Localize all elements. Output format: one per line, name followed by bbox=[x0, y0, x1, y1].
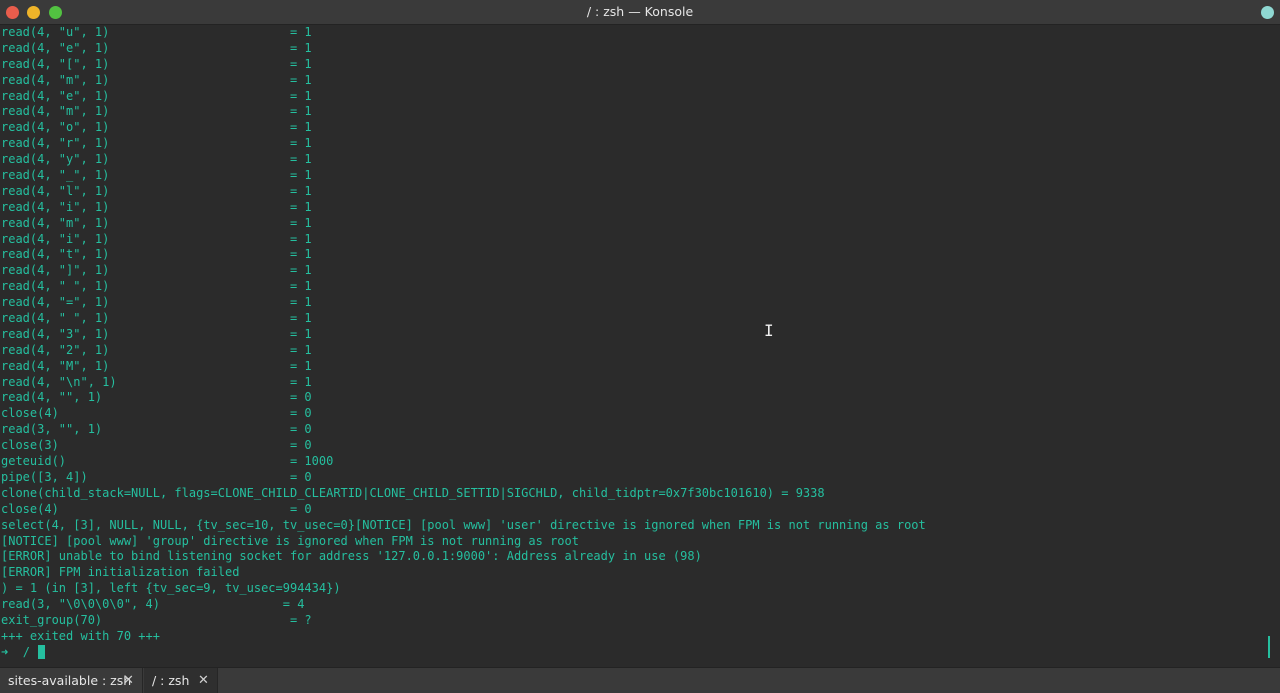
prompt-path: / bbox=[22, 644, 30, 659]
tab-bar: sites-available : zsh ✕ / : zsh ✕ bbox=[0, 667, 1280, 693]
tab-label: sites-available : zsh bbox=[8, 673, 132, 688]
terminal-line: read(4, "", 1) = 0 bbox=[1, 390, 312, 405]
terminal-line: read(4, "i", 1) = 1 bbox=[1, 199, 312, 214]
terminal-line: read(4, "l", 1) = 1 bbox=[1, 183, 312, 198]
terminal-line: read(4, "m", 1) = 1 bbox=[1, 72, 312, 87]
terminal-line: read(4, "=", 1) = 1 bbox=[1, 295, 312, 310]
terminal-line: read(4, "_", 1) = 1 bbox=[1, 168, 312, 183]
terminal-line: close(4) = 0 bbox=[1, 406, 312, 421]
prompt-arrow-icon: ➜ bbox=[1, 644, 9, 659]
keep-above-button[interactable] bbox=[1261, 6, 1274, 19]
terminal-line: read(4, "e", 1) = 1 bbox=[1, 40, 312, 55]
close-tab-icon[interactable]: ✕ bbox=[198, 668, 209, 693]
terminal-line: read(4, " ", 1) = 1 bbox=[1, 311, 312, 326]
terminal-line: read(4, " ", 1) = 1 bbox=[1, 279, 312, 294]
terminal-line: exit_group(70) = ? bbox=[1, 612, 312, 627]
text-cursor-icon: I bbox=[764, 321, 774, 340]
terminal-line: select(4, [3], NULL, NULL, {tv_sec=10, t… bbox=[1, 517, 926, 532]
terminal-line: pipe([3, 4]) = 0 bbox=[1, 469, 312, 484]
terminal-line: read(4, "e", 1) = 1 bbox=[1, 88, 312, 103]
terminal-line: read(4, "t", 1) = 1 bbox=[1, 247, 312, 262]
close-tab-icon[interactable]: ✕ bbox=[123, 668, 134, 693]
terminal-line: [NOTICE] [pool www] 'group' directive is… bbox=[1, 533, 579, 548]
terminal-cursor bbox=[38, 645, 46, 660]
tab-root-zsh[interactable]: / : zsh ✕ bbox=[144, 668, 218, 693]
terminal-line: read(4, "M", 1) = 1 bbox=[1, 358, 312, 373]
terminal-line: +++ exited with 70 +++ bbox=[1, 628, 160, 643]
terminal-line: close(4) = 0 bbox=[1, 501, 312, 516]
terminal-line: clone(child_stack=NULL, flags=CLONE_CHIL… bbox=[1, 485, 825, 500]
terminal-line: geteuid() = 1000 bbox=[1, 454, 334, 469]
scrollbar[interactable] bbox=[1268, 636, 1270, 658]
terminal-line: read(4, "3", 1) = 1 bbox=[1, 326, 312, 341]
terminal-line: read(4, "]", 1) = 1 bbox=[1, 263, 312, 278]
terminal-line: read(4, "[", 1) = 1 bbox=[1, 56, 312, 71]
terminal-line: read(3, "", 1) = 0 bbox=[1, 422, 312, 437]
terminal-line: read(4, "m", 1) = 1 bbox=[1, 104, 312, 119]
terminal-line: read(4, "r", 1) = 1 bbox=[1, 136, 312, 151]
terminal-line: [ERROR] FPM initialization failed bbox=[1, 565, 240, 580]
tab-label: / : zsh bbox=[152, 673, 190, 688]
terminal-line: read(4, "i", 1) = 1 bbox=[1, 231, 312, 246]
terminal-line: ) = 1 (in [3], left {tv_sec=9, tv_usec=9… bbox=[1, 581, 341, 596]
terminal-line: read(4, "\n", 1) = 1 bbox=[1, 374, 312, 389]
terminal-line: read(4, "m", 1) = 1 bbox=[1, 215, 312, 230]
tab-sites-available[interactable]: sites-available : zsh ✕ bbox=[0, 668, 143, 693]
terminal-line: read(4, "o", 1) = 1 bbox=[1, 120, 312, 135]
terminal-line: read(3, "\0\0\0\0", 4) = 4 bbox=[1, 597, 305, 612]
terminal-line: [ERROR] unable to bind listening socket … bbox=[1, 549, 702, 564]
shell-prompt[interactable]: ➜ / bbox=[0, 645, 1280, 661]
terminal-line: read(4, "y", 1) = 1 bbox=[1, 152, 312, 167]
title-bar: / : zsh — Konsole bbox=[0, 0, 1280, 25]
window-title: / : zsh — Konsole bbox=[586, 4, 694, 19]
terminal-line: close(3) = 0 bbox=[1, 438, 312, 453]
terminal-line: read(4, "u", 1) = 1 bbox=[1, 25, 312, 39]
terminal-output[interactable]: read(4, "u", 1) = 1 read(4, "e", 1) = 1 re… bbox=[0, 25, 1280, 667]
terminal-line: read(4, "2", 1) = 1 bbox=[1, 342, 312, 357]
